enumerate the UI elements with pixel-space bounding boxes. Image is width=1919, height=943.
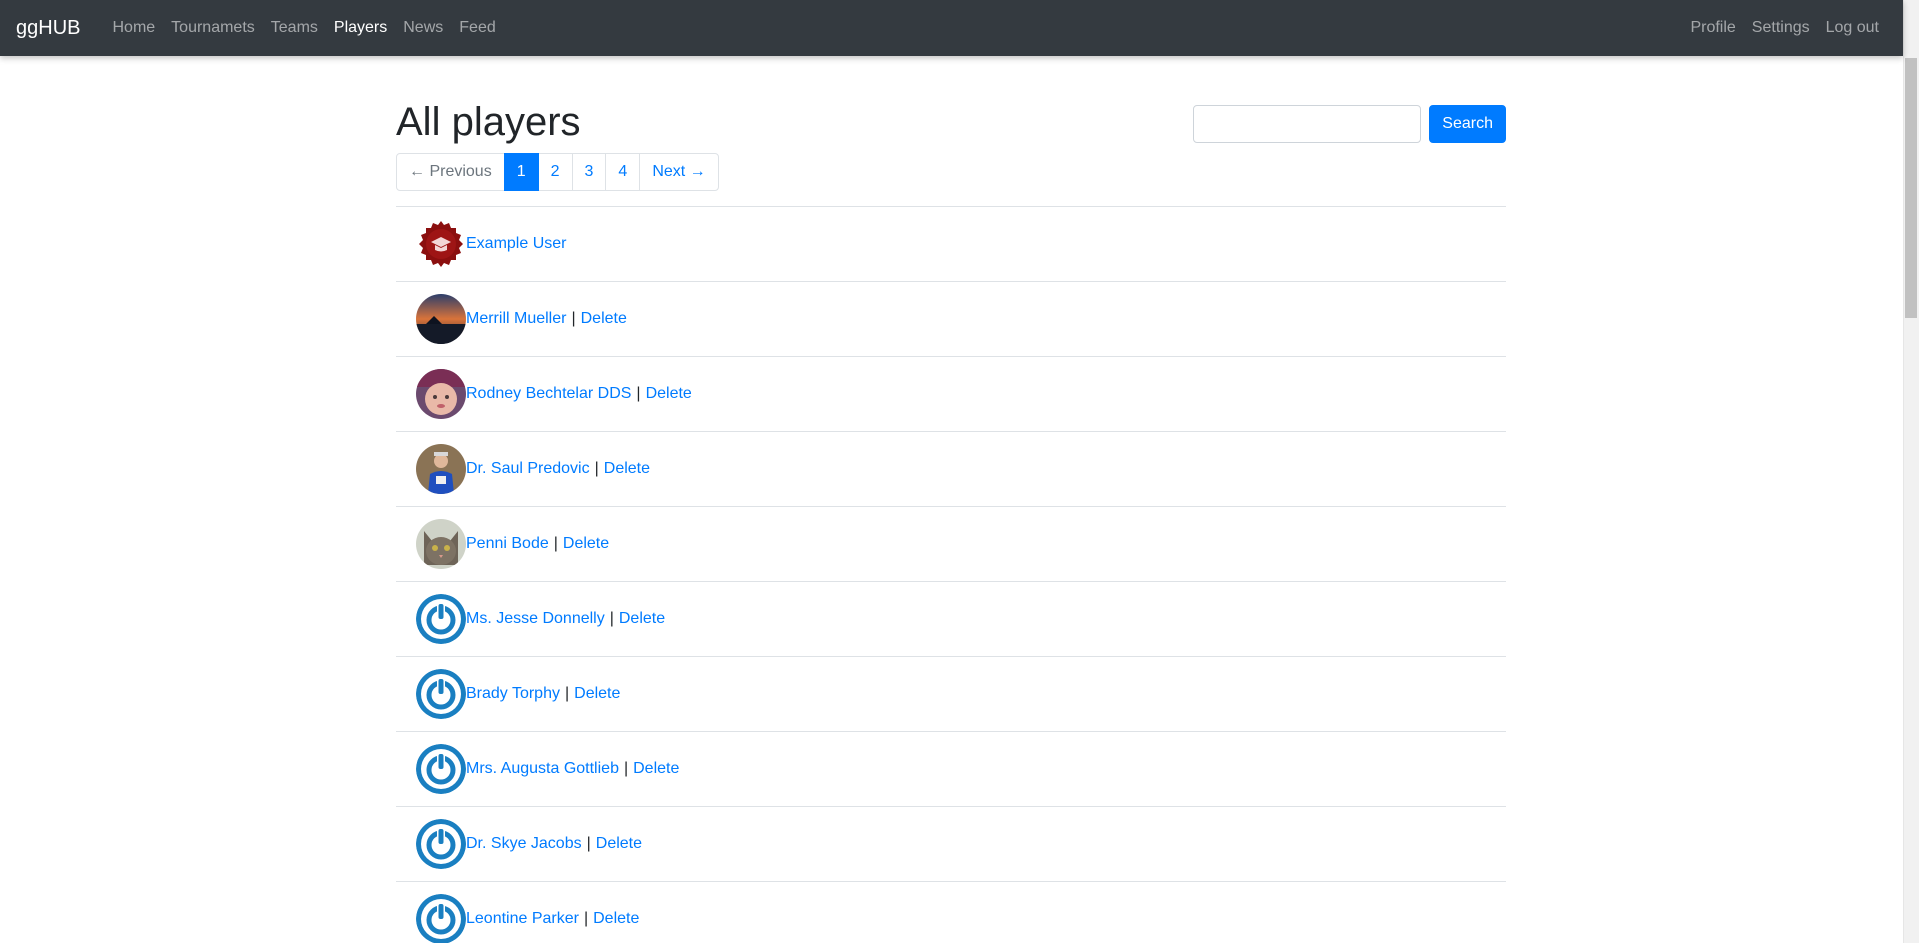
player-name-link[interactable]: Leontine Parker — [466, 910, 579, 928]
player-name-link[interactable]: Dr. Saul Predovic — [466, 460, 590, 478]
separator: | — [553, 535, 558, 552]
list-item: Ms. Jesse Donnelly | Delete — [396, 581, 1506, 656]
list-item: Brady Torphy | Delete — [396, 656, 1506, 731]
nav-profile[interactable]: Profile — [1682, 19, 1743, 37]
separator: | — [594, 460, 599, 477]
player-name-link[interactable]: Dr. Skye Jacobs — [466, 835, 582, 853]
separator: | — [636, 385, 641, 402]
list-item: Mrs. Augusta Gottlieb | Delete — [396, 731, 1506, 806]
power-icon — [416, 669, 466, 719]
power-icon — [416, 894, 466, 943]
scrollbar-thumb[interactable] — [1905, 58, 1917, 318]
brand-logo[interactable]: ggHUB — [16, 17, 80, 40]
player-name-link[interactable]: Rodney Bechtelar DDS — [466, 385, 631, 403]
nav-home[interactable]: Home — [104, 19, 163, 37]
list-item: Merrill Mueller | Delete — [396, 281, 1506, 356]
search-input[interactable] — [1193, 105, 1422, 143]
pagination-page-2[interactable]: 2 — [537, 153, 573, 191]
sunset-photo-avatar — [416, 294, 466, 344]
nav-teams[interactable]: Teams — [263, 19, 326, 37]
pagination-page-4[interactable]: 4 — [605, 153, 641, 191]
list-item: Rodney Bechtelar DDS | Delete — [396, 356, 1506, 431]
delete-link[interactable]: Delete — [596, 835, 642, 853]
pagination: ← Previous 1 2 3 4 Next → — [396, 153, 719, 191]
power-icon — [416, 594, 466, 644]
badge-avatar — [416, 219, 466, 269]
nav-players[interactable]: Players — [326, 19, 395, 37]
page-title: All players — [396, 100, 581, 144]
list-item: Leontine Parker | Delete — [396, 881, 1506, 943]
player-name-link[interactable]: Mrs. Augusta Gottlieb — [466, 760, 619, 778]
list-item: Dr. Skye Jacobs | Delete — [396, 806, 1506, 881]
player-name-link[interactable]: Ms. Jesse Donnelly — [466, 610, 605, 628]
delete-link[interactable]: Delete — [593, 910, 639, 928]
delete-link[interactable]: Delete — [604, 460, 650, 478]
delete-link[interactable]: Delete — [581, 310, 627, 328]
list-item: Example User — [396, 206, 1506, 281]
separator: | — [586, 835, 591, 852]
nav-tournaments[interactable]: Tournamets — [163, 19, 263, 37]
top-navbar: ggHUB Home Tournamets Teams Players News… — [0, 0, 1903, 56]
player-name-link[interactable]: Brady Torphy — [466, 685, 560, 703]
cat-photo-avatar — [416, 519, 466, 569]
delete-link[interactable]: Delete — [646, 385, 692, 403]
baby-photo-avatar — [416, 369, 466, 419]
nav-settings[interactable]: Settings — [1744, 19, 1818, 37]
separator: | — [583, 910, 589, 927]
power-icon — [416, 744, 466, 794]
pagination-previous[interactable]: ← Previous — [396, 153, 505, 191]
list-item: Dr. Saul Predovic | Delete — [396, 431, 1506, 506]
player-list: Example User Merrill Mueller | Delete Ro… — [396, 206, 1506, 943]
nav-feed[interactable]: Feed — [451, 19, 503, 37]
pagination-page-3[interactable]: 3 — [571, 153, 607, 191]
separator: | — [623, 760, 629, 777]
delete-link[interactable]: Delete — [619, 610, 665, 628]
person-photo-avatar — [416, 444, 466, 494]
pagination-page-1[interactable]: 1 — [503, 153, 539, 191]
nav-logout[interactable]: Log out — [1818, 19, 1887, 37]
main-nav: Home Tournamets Teams Players News Feed — [104, 19, 503, 37]
search-form: Search — [1193, 105, 1506, 143]
player-name-link[interactable]: Example User — [466, 235, 566, 253]
player-name-link[interactable]: Merrill Mueller — [466, 310, 566, 328]
user-nav: Profile Settings Log out — [1682, 19, 1887, 37]
separator: | — [571, 310, 576, 327]
delete-link[interactable]: Delete — [563, 535, 609, 553]
power-icon — [416, 819, 466, 869]
nav-news[interactable]: News — [395, 19, 451, 37]
list-item: Penni Bode | Delete — [396, 506, 1506, 581]
separator: | — [564, 685, 570, 702]
separator: | — [609, 610, 614, 627]
player-name-link[interactable]: Penni Bode — [466, 535, 549, 553]
delete-link[interactable]: Delete — [633, 760, 679, 778]
page-scrollbar[interactable] — [1903, 0, 1919, 943]
search-button[interactable]: Search — [1429, 105, 1506, 143]
delete-link[interactable]: Delete — [574, 685, 620, 703]
pagination-next[interactable]: Next → — [639, 153, 719, 191]
